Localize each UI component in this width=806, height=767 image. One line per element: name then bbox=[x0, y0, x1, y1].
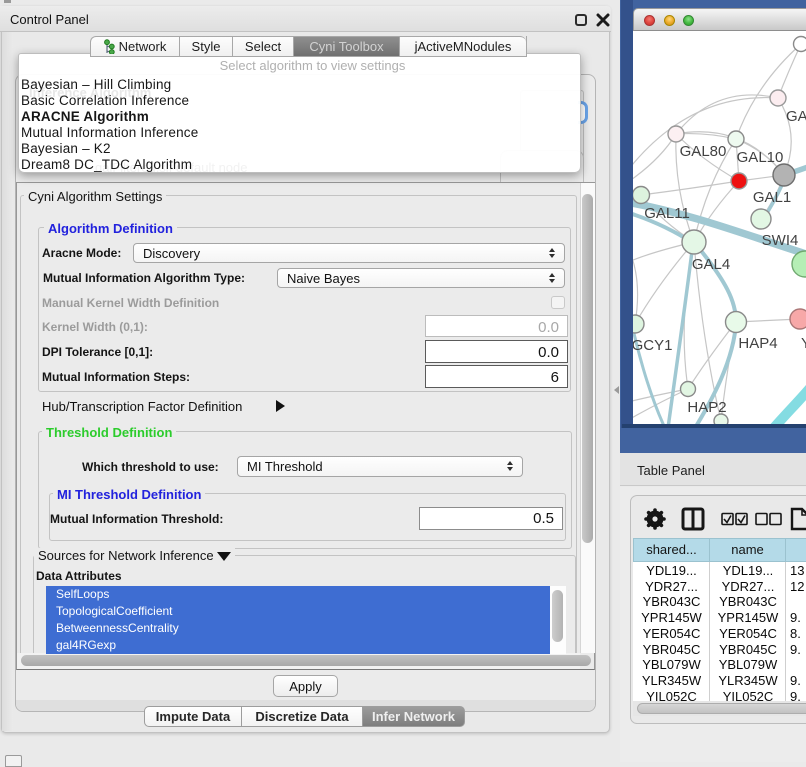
svg-text:GAL11: GAL11 bbox=[644, 205, 690, 222]
svg-text:HAP4: HAP4 bbox=[738, 335, 777, 352]
svg-text:GAL1: GAL1 bbox=[753, 189, 791, 206]
svg-text:GAL7: GAL7 bbox=[786, 108, 806, 125]
svg-text:GCY1: GCY1 bbox=[633, 337, 672, 354]
svg-text:Y: Y bbox=[801, 335, 806, 352]
svg-text:SWI4: SWI4 bbox=[762, 232, 799, 249]
svg-text:GAL10: GAL10 bbox=[737, 149, 784, 166]
svg-text:HAP2: HAP2 bbox=[687, 399, 726, 416]
svg-text:GAL80: GAL80 bbox=[680, 143, 727, 160]
svg-text:GAL4: GAL4 bbox=[692, 256, 730, 273]
